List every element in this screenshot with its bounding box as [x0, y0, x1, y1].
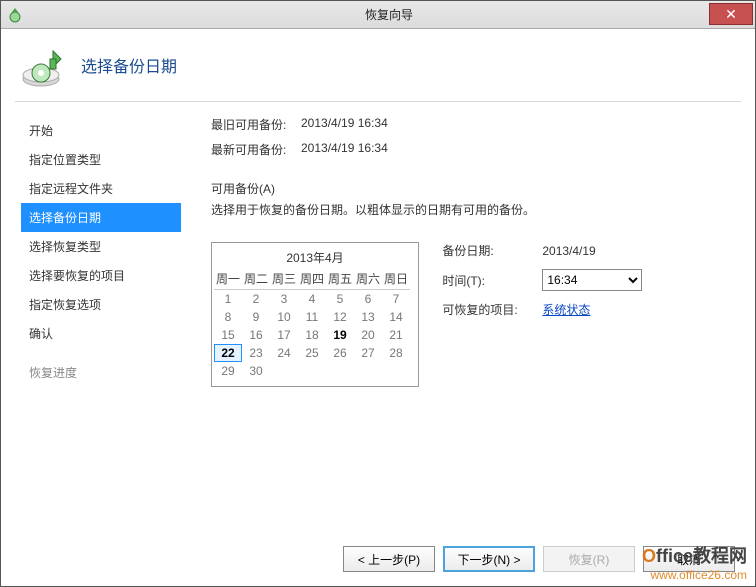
wizard-header: 选择备份日期	[1, 29, 755, 93]
nav-item-start[interactable]: 开始	[21, 116, 181, 145]
wizard-header-icon	[19, 41, 67, 89]
calendar-day[interactable]: 30	[242, 362, 270, 380]
backup-time-label: 时间(T):	[442, 272, 542, 289]
calendar[interactable]: 2013年4月 周一周二周三周四周五周六周日 12345678910111213…	[211, 242, 419, 387]
nav-item-select-date[interactable]: 选择备份日期	[21, 203, 181, 232]
wizard-footer: < 上一步(P) 下一步(N) > 恢复(R) 取消	[343, 546, 735, 572]
recoverable-items-label: 可恢复的项目:	[442, 301, 542, 318]
calendar-day[interactable]: 9	[242, 308, 270, 326]
nav-item-progress: 恢复进度	[21, 358, 181, 387]
nav-item-confirm[interactable]: 确认	[21, 319, 181, 348]
nav-item-select-items[interactable]: 选择要恢复的项目	[21, 261, 181, 290]
calendar-title: 2013年4月	[214, 249, 416, 266]
close-button[interactable]: ✕	[709, 3, 753, 25]
wizard-nav: 开始 指定位置类型 指定远程文件夹 选择备份日期 选择恢复类型 选择要恢复的项目…	[21, 116, 181, 512]
calendar-weekday: 周一	[214, 270, 242, 290]
calendar-day[interactable]: 26	[326, 344, 354, 362]
calendar-day[interactable]: 8	[214, 308, 242, 326]
calendar-day[interactable]: 5	[326, 290, 354, 308]
backup-date-value: 2013/4/19	[542, 244, 652, 258]
nav-item-location-type[interactable]: 指定位置类型	[21, 145, 181, 174]
calendar-day[interactable]: 28	[382, 344, 410, 362]
wizard-window: 恢复向导 ✕ 选择备份日期 开始 指定位置类型 指定远程文件夹 选择备份日期 选…	[0, 0, 756, 587]
prev-button[interactable]: < 上一步(P)	[343, 546, 435, 572]
newest-backup-label: 最新可用备份:	[211, 141, 301, 158]
window-title: 恢复向导	[23, 6, 755, 23]
time-select[interactable]: 16:34	[542, 269, 642, 291]
nav-item-recovery-type[interactable]: 选择恢复类型	[21, 232, 181, 261]
calendar-day[interactable]: 2	[242, 290, 270, 308]
oldest-backup-value: 2013/4/19 16:34	[301, 116, 388, 133]
nav-item-remote-folder[interactable]: 指定远程文件夹	[21, 174, 181, 203]
calendar-day[interactable]: 6	[354, 290, 382, 308]
backup-date-label: 备份日期:	[442, 242, 542, 259]
calendar-day[interactable]: 27	[354, 344, 382, 362]
next-button[interactable]: 下一步(N) >	[443, 546, 535, 572]
titlebar: 恢复向导 ✕	[1, 1, 755, 29]
calendar-weekday: 周日	[382, 270, 410, 290]
page-title: 选择备份日期	[81, 53, 177, 77]
oldest-backup-label: 最旧可用备份:	[211, 116, 301, 133]
content-pane: 最旧可用备份: 2013/4/19 16:34 最新可用备份: 2013/4/1…	[181, 116, 735, 512]
calendar-day[interactable]: 24	[270, 344, 298, 362]
backup-details: 备份日期: 2013/4/19 时间(T): 16:34 可恢复的项目:	[442, 242, 652, 328]
calendar-day[interactable]: 21	[382, 326, 410, 344]
calendar-day[interactable]: 25	[298, 344, 326, 362]
calendar-day[interactable]: 14	[382, 308, 410, 326]
calendar-day[interactable]: 4	[298, 290, 326, 308]
calendar-day[interactable]: 13	[354, 308, 382, 326]
calendar-day[interactable]: 10	[270, 308, 298, 326]
calendar-weekday: 周四	[298, 270, 326, 290]
app-icon	[7, 7, 23, 23]
calendar-day[interactable]: 17	[270, 326, 298, 344]
available-backups-label: 可用备份(A)	[211, 180, 735, 197]
calendar-day[interactable]: 20	[354, 326, 382, 344]
calendar-day[interactable]: 22	[214, 344, 242, 362]
close-icon: ✕	[725, 6, 737, 23]
calendar-weekday: 周二	[242, 270, 270, 290]
wizard-body: 开始 指定位置类型 指定远程文件夹 选择备份日期 选择恢复类型 选择要恢复的项目…	[1, 102, 755, 512]
calendar-day[interactable]: 18	[298, 326, 326, 344]
recoverable-items-link[interactable]: 系统状态	[542, 303, 590, 317]
calendar-day[interactable]: 11	[298, 308, 326, 326]
calendar-day[interactable]: 12	[326, 308, 354, 326]
calendar-weekday: 周三	[270, 270, 298, 290]
nav-item-recovery-options[interactable]: 指定恢复选项	[21, 290, 181, 319]
newest-backup-value: 2013/4/19 16:34	[301, 141, 388, 158]
calendar-weekday: 周六	[354, 270, 382, 290]
calendar-weekday: 周五	[326, 270, 354, 290]
calendar-day[interactable]: 15	[214, 326, 242, 344]
calendar-day[interactable]: 1	[214, 290, 242, 308]
calendar-day[interactable]: 19	[326, 326, 354, 344]
calendar-day[interactable]: 3	[270, 290, 298, 308]
cancel-button[interactable]: 取消	[643, 546, 735, 572]
recover-button: 恢复(R)	[543, 546, 635, 572]
calendar-day[interactable]: 7	[382, 290, 410, 308]
calendar-day[interactable]: 23	[242, 344, 270, 362]
available-backups-desc: 选择用于恢复的备份日期。以粗体显示的日期有可用的备份。	[211, 201, 735, 218]
calendar-day[interactable]: 16	[242, 326, 270, 344]
calendar-day[interactable]: 29	[214, 362, 242, 380]
